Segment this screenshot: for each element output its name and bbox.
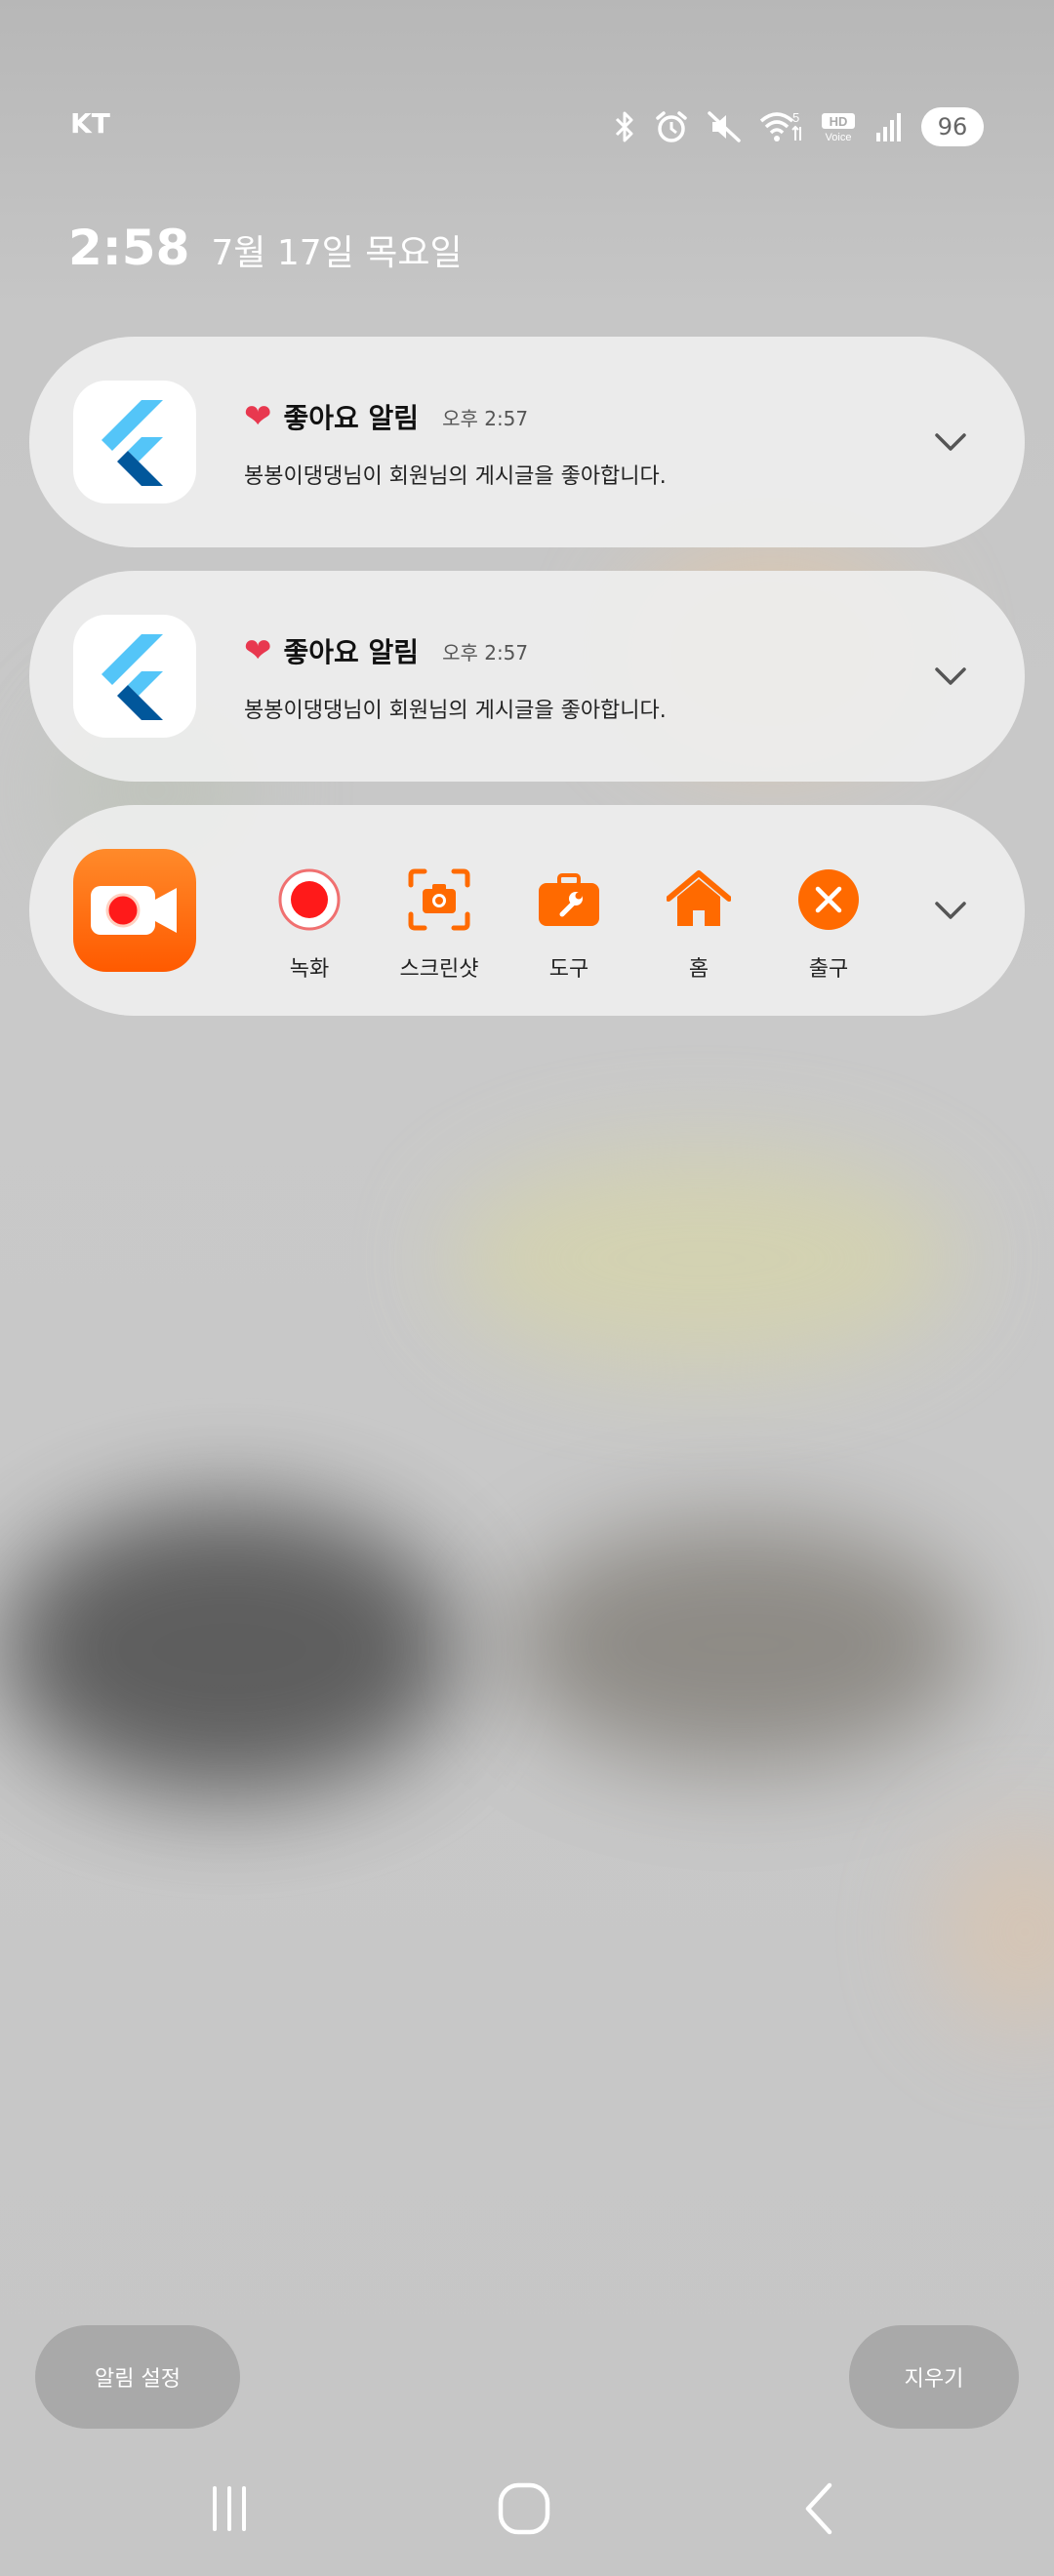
recorder-notification-card[interactable]: 녹화 스크린샷 도구 홈 출구 bbox=[29, 805, 1025, 1016]
screen-recorder-icon bbox=[73, 849, 196, 972]
notification-title: 좋아요 알림 bbox=[283, 636, 420, 668]
home-circle-icon bbox=[498, 2482, 550, 2535]
tool-label: 녹화 bbox=[289, 957, 330, 982]
record-icon bbox=[275, 865, 344, 934]
home-button[interactable]: 홈 bbox=[650, 865, 748, 983]
signal-icon bbox=[876, 113, 901, 141]
navigation-bar bbox=[0, 2475, 1054, 2543]
tool-label: 도구 bbox=[548, 957, 589, 982]
alarm-icon bbox=[656, 111, 687, 142]
svg-text:Voice: Voice bbox=[826, 132, 852, 143]
tools-button[interactable]: 도구 bbox=[520, 865, 618, 983]
notification-time: 오후 2:57 bbox=[442, 640, 529, 664]
svg-text:HD: HD bbox=[830, 114, 848, 129]
heart-icon: ❤ bbox=[244, 631, 272, 670]
tool-label: 출구 bbox=[808, 957, 849, 982]
clear-all-button[interactable]: 지우기 bbox=[849, 2325, 1019, 2429]
notification-title: 좋아요 알림 bbox=[283, 402, 420, 434]
carrier-name: KT bbox=[70, 107, 110, 140]
back-button[interactable] bbox=[781, 2475, 859, 2543]
heart-icon: ❤ bbox=[244, 397, 272, 436]
mute-icon bbox=[708, 111, 741, 142]
clock-date: 7월 17일 목요일 bbox=[211, 233, 463, 273]
tool-label: 스크린샷 bbox=[399, 957, 479, 982]
bluetooth-icon bbox=[615, 111, 633, 142]
recent-apps-icon bbox=[213, 2486, 246, 2531]
screenshot-button[interactable]: 스크린샷 bbox=[390, 865, 488, 983]
notification-time: 오후 2:57 bbox=[442, 406, 529, 430]
toolbox-icon bbox=[535, 865, 603, 934]
screenshot-icon bbox=[405, 865, 473, 934]
flutter-icon bbox=[73, 615, 196, 738]
lockscreen-clock: 2:58 7월 17일 목요일 bbox=[68, 220, 463, 276]
chevron-down-icon[interactable] bbox=[931, 427, 970, 457]
chevron-down-icon[interactable] bbox=[931, 662, 970, 691]
recent-apps-button[interactable] bbox=[190, 2475, 268, 2543]
home-icon bbox=[665, 865, 733, 934]
chevron-down-icon[interactable] bbox=[931, 896, 970, 925]
flutter-icon bbox=[73, 381, 196, 503]
exit-button[interactable]: 출구 bbox=[780, 865, 877, 983]
home-nav-button[interactable] bbox=[485, 2475, 563, 2543]
wifi-icon: 5 bbox=[759, 110, 801, 141]
status-bar: KT 5 HD Voice 96 bbox=[0, 98, 1054, 156]
record-button[interactable]: 녹화 bbox=[261, 865, 358, 983]
back-icon bbox=[805, 2482, 832, 2535]
notification-body: 봉봉이댕댕님이 회원님의 게시글을 좋아합니다. bbox=[244, 699, 667, 723]
battery-indicator: 96 bbox=[921, 107, 984, 146]
notification-settings-button[interactable]: 알림 설정 bbox=[35, 2325, 240, 2429]
hd-voice-icon: HD Voice bbox=[822, 113, 855, 143]
notification-body: 봉봉이댕댕님이 회원님의 게시글을 좋아합니다. bbox=[244, 464, 667, 489]
notification-card[interactable]: ❤ 좋아요 알림 오후 2:57 봉봉이댕댕님이 회원님의 게시글을 좋아합니다… bbox=[29, 337, 1025, 547]
exit-icon bbox=[794, 865, 863, 934]
tool-label: 홈 bbox=[688, 957, 709, 982]
clock-time: 2:58 bbox=[68, 220, 190, 276]
svg-text:5: 5 bbox=[792, 110, 799, 125]
notification-card[interactable]: ❤ 좋아요 알림 오후 2:57 봉봉이댕댕님이 회원님의 게시글을 좋아합니다… bbox=[29, 571, 1025, 782]
